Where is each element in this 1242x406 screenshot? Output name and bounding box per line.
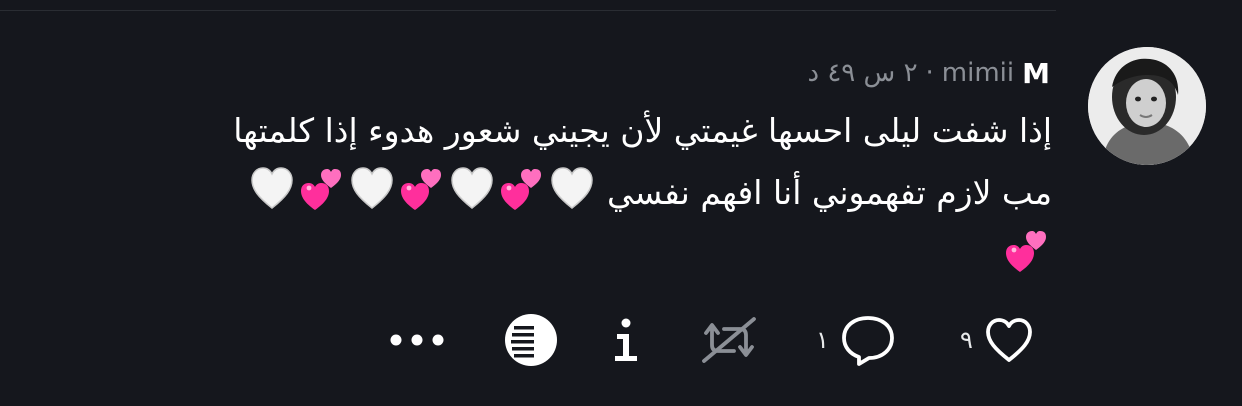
top-divider (0, 10, 1056, 11)
two-hearts-emoji (300, 166, 344, 212)
tweet-text-line-2: مب لازم تفهموني أنا افهم نفسي (12, 162, 1052, 224)
display-name[interactable]: M (1022, 57, 1050, 90)
tweet-text: إذا شفت ليلى احسها غيمتي لأن يجيني شعور … (12, 100, 1052, 286)
like-button[interactable]: ٩ (960, 308, 1035, 372)
tweet-text-line-2-words: مب لازم تفهموني أنا افهم نفسي (607, 173, 1052, 212)
reply-count: ١ (816, 326, 829, 354)
two-hearts-emoji (500, 166, 544, 212)
heart-outline-icon (983, 314, 1035, 366)
list-button[interactable] (502, 308, 560, 372)
timestamp[interactable]: ٢ س ٤٩ د (808, 58, 918, 88)
speech-bubble-icon (839, 313, 897, 367)
like-count: ٩ (960, 326, 973, 354)
retweet-button[interactable] (696, 308, 762, 372)
tweet-header: M mimii · ٢ س ٤٩ د (808, 54, 1051, 92)
white-heart-emoji (350, 166, 394, 212)
white-heart-emoji (250, 166, 294, 212)
info-button[interactable] (604, 308, 648, 372)
info-icon (604, 314, 648, 366)
tweet-text-line-3 (12, 224, 1052, 286)
list-circle-icon (502, 311, 560, 369)
reply-button[interactable]: ١ (816, 308, 897, 372)
white-heart-emoji (550, 166, 594, 212)
more-dots-icon (386, 330, 448, 350)
white-heart-emoji (450, 166, 494, 212)
two-hearts-emoji (1005, 228, 1049, 274)
tweet-text-line-1: إذا شفت ليلى احسها غيمتي لأن يجيني شعور … (233, 111, 1052, 150)
username[interactable]: mimii (942, 58, 1014, 88)
avatar[interactable] (1088, 47, 1206, 165)
more-button[interactable] (386, 308, 448, 372)
retweet-disabled-icon (696, 315, 762, 365)
two-hearts-emoji (400, 166, 444, 212)
header-separator: · (925, 58, 934, 88)
action-bar: ٩ ١ (0, 308, 1242, 372)
